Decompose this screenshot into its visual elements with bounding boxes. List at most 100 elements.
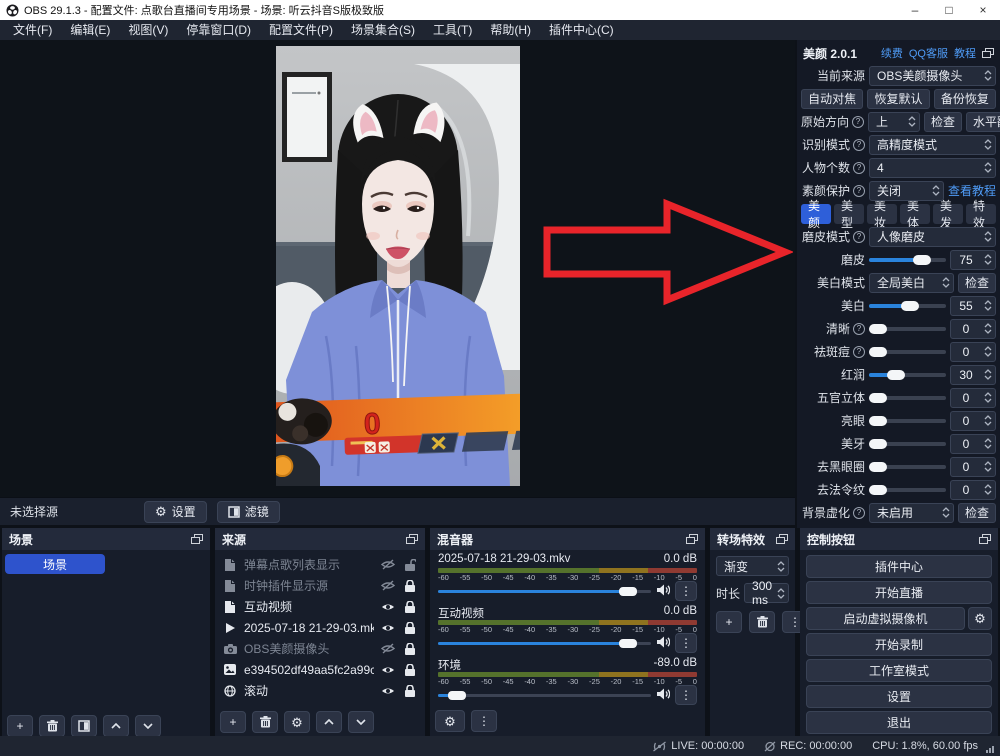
menu-edit[interactable]: 编辑(E) (61, 20, 119, 40)
exit-button[interactable]: 退出 (806, 711, 992, 734)
tab-makeup[interactable]: 美妆 (867, 204, 897, 224)
remove-transition-button[interactable] (749, 611, 775, 633)
source-row[interactable]: 时钟插件显示源 (215, 575, 425, 596)
whiten-value-box[interactable]: 55 (950, 296, 996, 316)
eye-off-icon[interactable] (380, 580, 396, 591)
bg-blur-select[interactable]: 未启用 (869, 503, 954, 523)
orientation-select[interactable]: 上 (868, 112, 920, 132)
unlock-icon[interactable] (402, 559, 418, 571)
source-properties-gear-button[interactable]: ⚙ (284, 711, 310, 733)
plugin-center-button[interactable]: 插件中心 (806, 555, 992, 578)
mixer-menu-button[interactable]: ⋮ (471, 710, 497, 732)
source-row[interactable]: 互动视频 (215, 596, 425, 617)
source-row[interactable]: OBS美颜摄像头 (215, 638, 425, 659)
menu-scene-collection[interactable]: 场景集合(S) (342, 20, 424, 40)
popout-icon[interactable] (406, 534, 418, 545)
source-filters-button[interactable]: 滤镜 (217, 501, 280, 523)
preview-canvas[interactable]: 0 (0, 40, 795, 497)
settings-button[interactable]: 设置 (806, 685, 992, 708)
backup-restore-button[interactable]: 备份恢复 (934, 89, 996, 109)
studio-mode-button[interactable]: 工作室模式 (806, 659, 992, 682)
source-row[interactable]: e394502df49aa5fc2a99cd2e7c (215, 659, 425, 680)
source-row[interactable]: 弹幕点歌列表显示 (215, 554, 425, 575)
close-button[interactable]: × (966, 0, 1000, 20)
smooth-value-box[interactable]: 75 (950, 250, 996, 270)
eye-icon[interactable] (380, 623, 396, 633)
move-source-down-button[interactable] (348, 711, 374, 733)
eye-off-icon[interactable] (380, 643, 396, 654)
speaker-icon[interactable] (656, 688, 670, 703)
recognition-select[interactable]: 高精度模式 (869, 135, 996, 155)
menu-view[interactable]: 视图(V) (119, 20, 177, 40)
clarity-value-box[interactable]: 0 (950, 319, 996, 339)
info-icon[interactable]: ? (853, 231, 865, 243)
darkcircles-value-box[interactable]: 0 (950, 457, 996, 477)
teeth-value-box[interactable]: 0 (950, 434, 996, 454)
source-properties-button[interactable]: ⚙ 设置 (144, 501, 207, 523)
lock-icon[interactable] (402, 643, 418, 655)
qq-support-link[interactable]: QQ客服 (909, 45, 948, 61)
bg-blur-check-button[interactable]: 检查 (958, 503, 996, 523)
info-icon[interactable]: ? (853, 162, 865, 174)
brighteyes-value-box[interactable]: 0 (950, 411, 996, 431)
eye-icon[interactable] (380, 665, 396, 675)
teeth-slider[interactable] (869, 434, 946, 454)
orientation-check-button[interactable]: 检查 (924, 112, 962, 132)
smooth-slider[interactable] (869, 250, 946, 270)
minimize-button[interactable]: – (898, 0, 932, 20)
source-row[interactable]: 2025-07-18 21-29-03.mkv (215, 617, 425, 638)
eye-icon[interactable] (380, 602, 396, 612)
popout-icon[interactable] (191, 534, 203, 545)
maximize-button[interactable]: □ (932, 0, 966, 20)
lock-icon[interactable] (402, 601, 418, 613)
menu-tools[interactable]: 工具(T) (424, 20, 481, 40)
info-icon[interactable]: ? (853, 323, 865, 335)
start-recording-button[interactable]: 开始录制 (806, 633, 992, 656)
menu-plugin-center[interactable]: 插件中心(C) (540, 20, 623, 40)
speaker-icon[interactable] (656, 584, 670, 599)
spinner-arrows-icon[interactable] (981, 159, 995, 177)
tab-shape[interactable]: 美型 (834, 204, 864, 224)
menu-docks[interactable]: 停靠窗口(D) (177, 20, 260, 40)
tab-hair[interactable]: 美发 (933, 204, 963, 224)
source-row[interactable]: 滚动 (215, 680, 425, 701)
volume-fader[interactable] (438, 584, 651, 598)
nasolabial-slider[interactable] (869, 480, 946, 500)
channel-menu-button[interactable]: ⋮ (675, 581, 697, 601)
rosy-slider[interactable] (869, 365, 946, 385)
tab-effects[interactable]: 特效 (966, 204, 996, 224)
move-scene-up-button[interactable] (103, 715, 129, 737)
add-source-button[interactable]: + (220, 711, 246, 733)
tab-beauty[interactable]: 美颜 (801, 204, 831, 224)
whiten-check-button[interactable]: 检查 (958, 273, 996, 293)
info-icon[interactable]: ? (852, 116, 864, 128)
whiten-slider[interactable] (869, 296, 946, 316)
tutorial-link[interactable]: 教程 (954, 45, 976, 61)
autofocus-button[interactable]: 自动对焦 (801, 89, 863, 109)
remove-scene-button[interactable] (39, 715, 65, 737)
eye-off-icon[interactable] (380, 559, 396, 570)
transition-select[interactable]: 渐变 (716, 556, 789, 576)
advanced-audio-button[interactable]: ⚙ (435, 710, 465, 732)
channel-menu-button[interactable]: ⋮ (675, 633, 697, 653)
speaker-icon[interactable] (656, 636, 670, 651)
darkcircles-slider[interactable] (869, 457, 946, 477)
features3d-slider[interactable] (869, 388, 946, 408)
volume-fader[interactable] (438, 636, 651, 650)
rosy-value-box[interactable]: 30 (950, 365, 996, 385)
info-icon[interactable]: ? (853, 185, 865, 197)
lock-icon[interactable] (402, 580, 418, 592)
scene-filters-button[interactable] (71, 715, 97, 737)
protect-select[interactable]: 关闭 (869, 181, 944, 201)
lock-icon[interactable] (402, 685, 418, 697)
popout-icon[interactable] (979, 534, 991, 545)
add-scene-button[interactable]: + (7, 715, 33, 737)
current-source-select[interactable]: OBS美颜摄像头 (869, 66, 996, 86)
blemish-value-box[interactable]: 0 (950, 342, 996, 362)
channel-menu-button[interactable]: ⋮ (675, 685, 697, 705)
info-icon[interactable]: ? (853, 507, 865, 519)
tab-body[interactable]: 美体 (900, 204, 930, 224)
whiten-mode-select[interactable]: 全局美白 (869, 273, 954, 293)
info-icon[interactable]: ? (853, 346, 865, 358)
popout-icon[interactable] (982, 48, 994, 59)
